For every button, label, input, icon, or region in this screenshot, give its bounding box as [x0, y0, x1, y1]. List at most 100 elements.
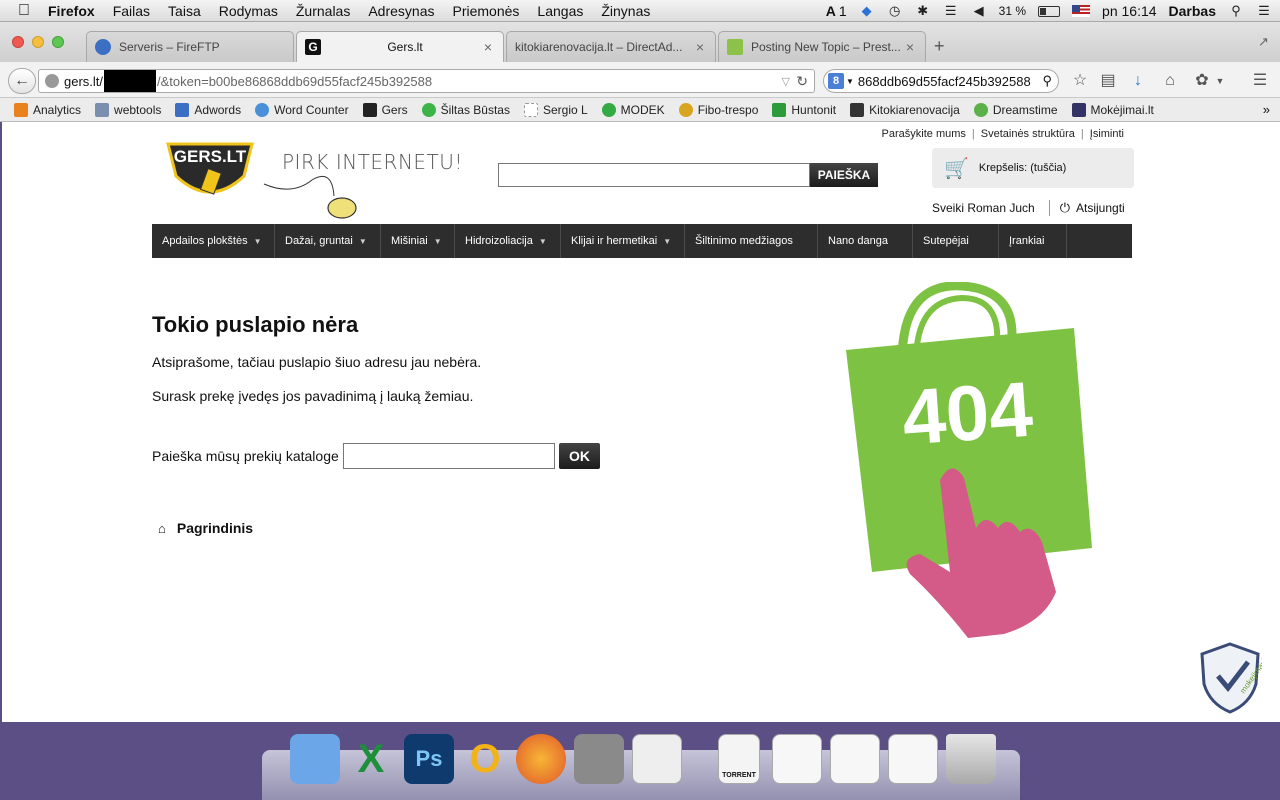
site-search-button[interactable]: PAIEŠKA	[810, 163, 878, 187]
outlook-icon[interactable]: O	[460, 734, 510, 784]
bookmarks-overflow-icon[interactable]: »	[1263, 102, 1270, 117]
photoshop-icon[interactable]: Ps	[404, 734, 454, 784]
nav-siltinimo-medziagos[interactable]: Šiltinimo medžiagos	[685, 224, 818, 258]
nav-hidroizoliacija[interactable]: Hidroizoliacija ▼	[455, 224, 561, 258]
bookmark-gers[interactable]: Gers	[362, 102, 408, 117]
engine-dropdown-icon[interactable]: ▼	[846, 77, 854, 86]
firefox-icon[interactable]	[516, 734, 566, 784]
tab-gers[interactable]: G Gers.lt ×	[296, 31, 504, 62]
bookmark-dreamstime[interactable]: Dreamstime	[973, 102, 1058, 117]
url-bar[interactable]: gers.lt/ /&token=b00be86868ddb69d55facf2…	[38, 69, 815, 93]
tab-kitokiarenovacija[interactable]: kitokiarenovacija.lt – DirectAd... ×	[506, 31, 716, 62]
downloads-icon[interactable]: ↓	[1128, 71, 1148, 91]
battery-percent[interactable]: 31 %	[999, 4, 1026, 18]
flag-icon[interactable]	[1072, 5, 1091, 17]
tab-posting-topic[interactable]: Posting New Topic – Prest... ×	[718, 31, 926, 62]
bookmark-sergio-l[interactable]: Sergio L	[523, 102, 588, 117]
fullscreen-icon[interactable]: ↗	[1258, 34, 1269, 50]
volume-icon[interactable]: ◀	[971, 4, 987, 18]
reload-icon[interactable]: ↻	[796, 73, 808, 90]
search-magnifier-icon[interactable]: ⚲	[1042, 73, 1052, 89]
back-button[interactable]: ←	[8, 68, 36, 94]
reading-list-icon[interactable]: ▤	[1098, 71, 1118, 91]
cart-box[interactable]: 🛒 Krepšelis: (tuščia)	[932, 148, 1134, 188]
script-editor-icon[interactable]	[574, 734, 624, 784]
menu-rodymas[interactable]: Rodymas	[219, 3, 278, 19]
menu-priemones[interactable]: Priemonės	[453, 3, 520, 19]
bookmark-star-icon[interactable]: ☆	[1070, 71, 1090, 91]
addon-icon[interactable]: ✿	[1192, 71, 1212, 91]
bookmark-analytics[interactable]: Analytics	[14, 102, 81, 117]
menu-zinynas[interactable]: Žinynas	[601, 3, 650, 19]
site-search-input[interactable]	[498, 163, 810, 187]
textedit-icon[interactable]	[632, 734, 682, 784]
link-sitemap[interactable]: Svetainės struktūra	[975, 128, 1081, 140]
notification-center-icon[interactable]: ☰	[1256, 4, 1272, 18]
adobe-icon[interactable]: A1	[826, 3, 847, 19]
bookmark-word-counter[interactable]: Word Counter	[255, 102, 349, 117]
catalog-search-ok-button[interactable]: OK	[559, 443, 600, 469]
site-identity-icon[interactable]	[45, 74, 59, 88]
menu-failas[interactable]: Failas	[113, 3, 150, 19]
window-thumb-1-icon[interactable]	[772, 734, 822, 784]
time-machine-icon[interactable]: ◷	[887, 4, 903, 18]
spotlight-icon[interactable]: ⚲	[1228, 4, 1244, 18]
nav-dazai-gruntai[interactable]: Dažai, gruntai ▼	[275, 224, 381, 258]
torrent-file-icon[interactable]: TORRENT	[718, 734, 760, 784]
dropbox-icon[interactable]: ◆	[859, 4, 875, 18]
window-thumb-3-icon[interactable]	[888, 734, 938, 784]
bookmark-siltas-bustas[interactable]: Šiltas Būstas	[421, 102, 510, 117]
battery-icon[interactable]	[1038, 5, 1061, 17]
menu-zurnalas[interactable]: Žurnalas	[296, 3, 350, 19]
link-bookmark[interactable]: Įsiminti	[1084, 128, 1130, 140]
mokejimai-security-badge[interactable]: mokejimai.lt	[1198, 642, 1262, 714]
bookmark-adwords[interactable]: Adwords	[175, 102, 241, 117]
url-dropdown-icon[interactable]: ▽	[782, 75, 790, 88]
menu-app-name[interactable]: Firefox	[48, 3, 95, 19]
user-name[interactable]: Darbas	[1169, 3, 1216, 19]
apple-icon[interactable]: 	[18, 2, 30, 20]
power-icon[interactable]: ⏻	[1048, 200, 1070, 216]
close-window-icon[interactable]	[12, 36, 24, 48]
menu-adresynas[interactable]: Adresynas	[368, 3, 434, 19]
home-icon[interactable]: ⌂	[1160, 71, 1180, 91]
bookmark-huntonit[interactable]: Huntonit	[772, 102, 836, 117]
bookmark-modek[interactable]: MODEK	[601, 102, 665, 117]
bookmark-label: webtools	[114, 102, 162, 117]
window-thumb-2-icon[interactable]	[830, 734, 880, 784]
nav-nano-danga[interactable]: Nano danga	[818, 224, 913, 258]
nav-apdailos-ploksts[interactable]: Apdailos plokštės ▼	[152, 224, 275, 258]
clock[interactable]: pn 16:14	[1102, 3, 1157, 19]
bookmark-kitokiarenovacija[interactable]: Kitokiarenovacija	[850, 102, 960, 117]
bluetooth-icon[interactable]: ✱	[915, 4, 931, 18]
nav-sutepejai[interactable]: Sutepėjai	[913, 224, 999, 258]
menu-hamburger-icon[interactable]: ☰	[1250, 71, 1270, 91]
menu-taisa[interactable]: Taisa	[168, 3, 201, 19]
nav-misiniai[interactable]: Mišiniai ▼	[381, 224, 455, 258]
zoom-window-icon[interactable]	[52, 36, 64, 48]
excel-icon[interactable]: X	[346, 734, 396, 784]
search-bar[interactable]: 8 ▼ 868ddb69d55facf245b392588 ⚲	[823, 69, 1059, 93]
nav-irankiai[interactable]: Įrankiai	[999, 224, 1067, 258]
nav-klijai-hermetikai[interactable]: Klijai ir hermetikai ▼	[561, 224, 685, 258]
minimize-window-icon[interactable]	[32, 36, 44, 48]
close-tab-icon[interactable]: ×	[481, 39, 495, 55]
wifi-icon[interactable]: ☰	[943, 4, 959, 18]
menu-langas[interactable]: Langas	[537, 3, 583, 19]
bookmark-webtools[interactable]: webtools	[95, 102, 162, 117]
tab-fireftp[interactable]: Serveris – FireFTP	[86, 31, 294, 62]
google-engine-icon[interactable]: 8	[828, 73, 844, 89]
logout-link[interactable]: Atsijungti	[1076, 201, 1125, 215]
finder-icon[interactable]	[290, 734, 340, 784]
new-tab-icon[interactable]: +	[934, 36, 945, 57]
bookmark-fibo-trespo[interactable]: Fibo-trespo	[678, 102, 758, 117]
catalog-search-input[interactable]	[343, 443, 555, 469]
close-tab-icon[interactable]: ×	[903, 39, 917, 55]
link-contact[interactable]: Parašykite mums	[876, 128, 972, 140]
gers-logo[interactable]: GERS.LT	[160, 136, 260, 206]
close-tab-icon[interactable]: ×	[693, 39, 707, 55]
home-link[interactable]: ⌂ Pagrindinis	[158, 520, 253, 536]
addon-dropdown-icon[interactable]: ▼	[1210, 71, 1230, 91]
bookmark-mokejimai[interactable]: Mokėjimai.lt	[1071, 102, 1154, 117]
trash-icon[interactable]	[946, 734, 996, 784]
